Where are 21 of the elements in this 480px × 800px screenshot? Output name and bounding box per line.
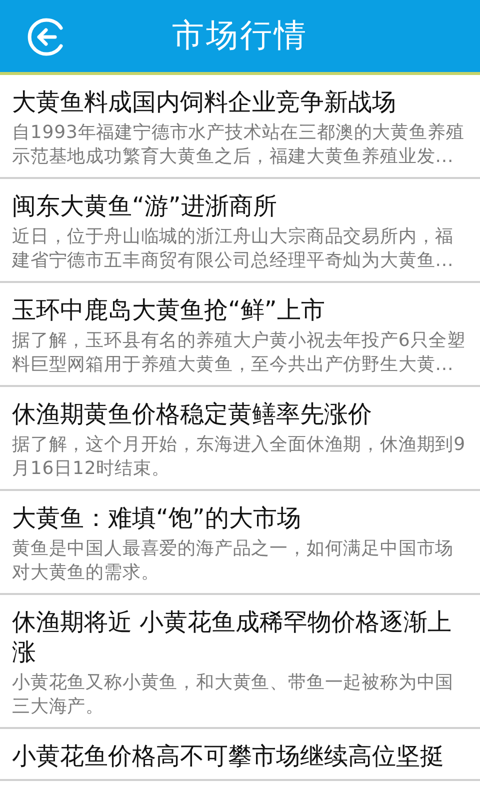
article-item[interactable]: 休渔期黄鱼价格稳定黄鳝率先涨价 据了解，这个月开始，东海进入全面休渔期，休渔期到9月16日12时结束。 xyxy=(0,387,480,489)
article-title: 休渔期黄鱼价格稳定黄鳝率先涨价 xyxy=(12,399,373,429)
article-summary: 自1993年福建宁德市水产技术站在三都澳的大黄鱼养殖示范基地成功繁育大黄鱼之后，福建大黄鱼养殖业发... xyxy=(12,121,466,169)
article-item[interactable]: 大黄鱼料成国内饲料企业竞争新战场 自1993年福建宁德市水产技术站在三都澳的大黄鱼养殖示范基地成功繁育大黄鱼之后，福建大黄鱼养殖业发... xyxy=(0,75,480,177)
article-item[interactable]: 休渔期将近 小黄花鱼成稀罕物价格逐渐上涨 小黄花鱼又称小黄鱼，和大黄鱼、带鱼一起被称为中国三大海产。 xyxy=(0,595,480,727)
article-title: 大黄鱼：难填“饱”的大市场 xyxy=(12,503,302,533)
article-summary: 小黄花鱼又称小黄鱼，和大黄鱼、带鱼一起被称为中国三大海产。 xyxy=(12,671,455,719)
page-title: 市场行情 xyxy=(172,15,308,56)
article-title: 大黄鱼料成国内饲料企业竞争新战场 xyxy=(12,87,397,117)
article-summary: 黄鱼是中国人最喜爱的海产品之一，如何满足中国市场对大黄鱼的需求。 xyxy=(12,537,455,585)
article-item[interactable]: 大黄鱼：难填“饱”的大市场 黄鱼是中国人最喜爱的海产品之一，如何满足中国市场对大黄鱼的需求。 xyxy=(0,491,480,593)
article-summary: 据了解，这个月开始，东海进入全面休渔期，休渔期到9月16日12时结束。 xyxy=(12,433,466,481)
article-title: 闽东大黄鱼“游”进浙商所 xyxy=(12,191,278,221)
article-title: 玉环中鹿岛大黄鱼抢“鲜”上市 xyxy=(12,295,326,325)
article-summary: 近日，位于舟山临城的浙江舟山大宗商品交易所内，福建省宁德市五丰商贸有限公司总经理平奇灿为大黄鱼... xyxy=(12,225,455,273)
article-title: 小黄花鱼价格高不可攀市场继续高位坚挺 xyxy=(12,741,445,771)
article-item[interactable]: 闽东大黄鱼“游”进浙商所 近日，位于舟山临城的浙江舟山大宗商品交易所内，福建省宁德市五丰商贸有限公司总经理平奇灿为大黄鱼... xyxy=(0,179,480,281)
article-item[interactable]: 玉环中鹿岛大黄鱼抢“鲜”上市 据了解，玉环县有名的养殖大户黄小祝去年投产6只全塑料巨型网箱用于养殖大黄鱼，至今共出产仿野生大黄... xyxy=(0,283,480,385)
article-summary: 据了解，玉环县有名的养殖大户黄小祝去年投产6只全塑料巨型网箱用于养殖大黄鱼，至今共出产仿野生大黄... xyxy=(12,329,466,377)
article-title: 休渔期将近 小黄花鱼成稀罕物价格逐渐上涨 xyxy=(12,607,453,667)
article-item[interactable]: 小黄花鱼价格高不可攀市场继续高位坚挺 xyxy=(0,729,480,779)
